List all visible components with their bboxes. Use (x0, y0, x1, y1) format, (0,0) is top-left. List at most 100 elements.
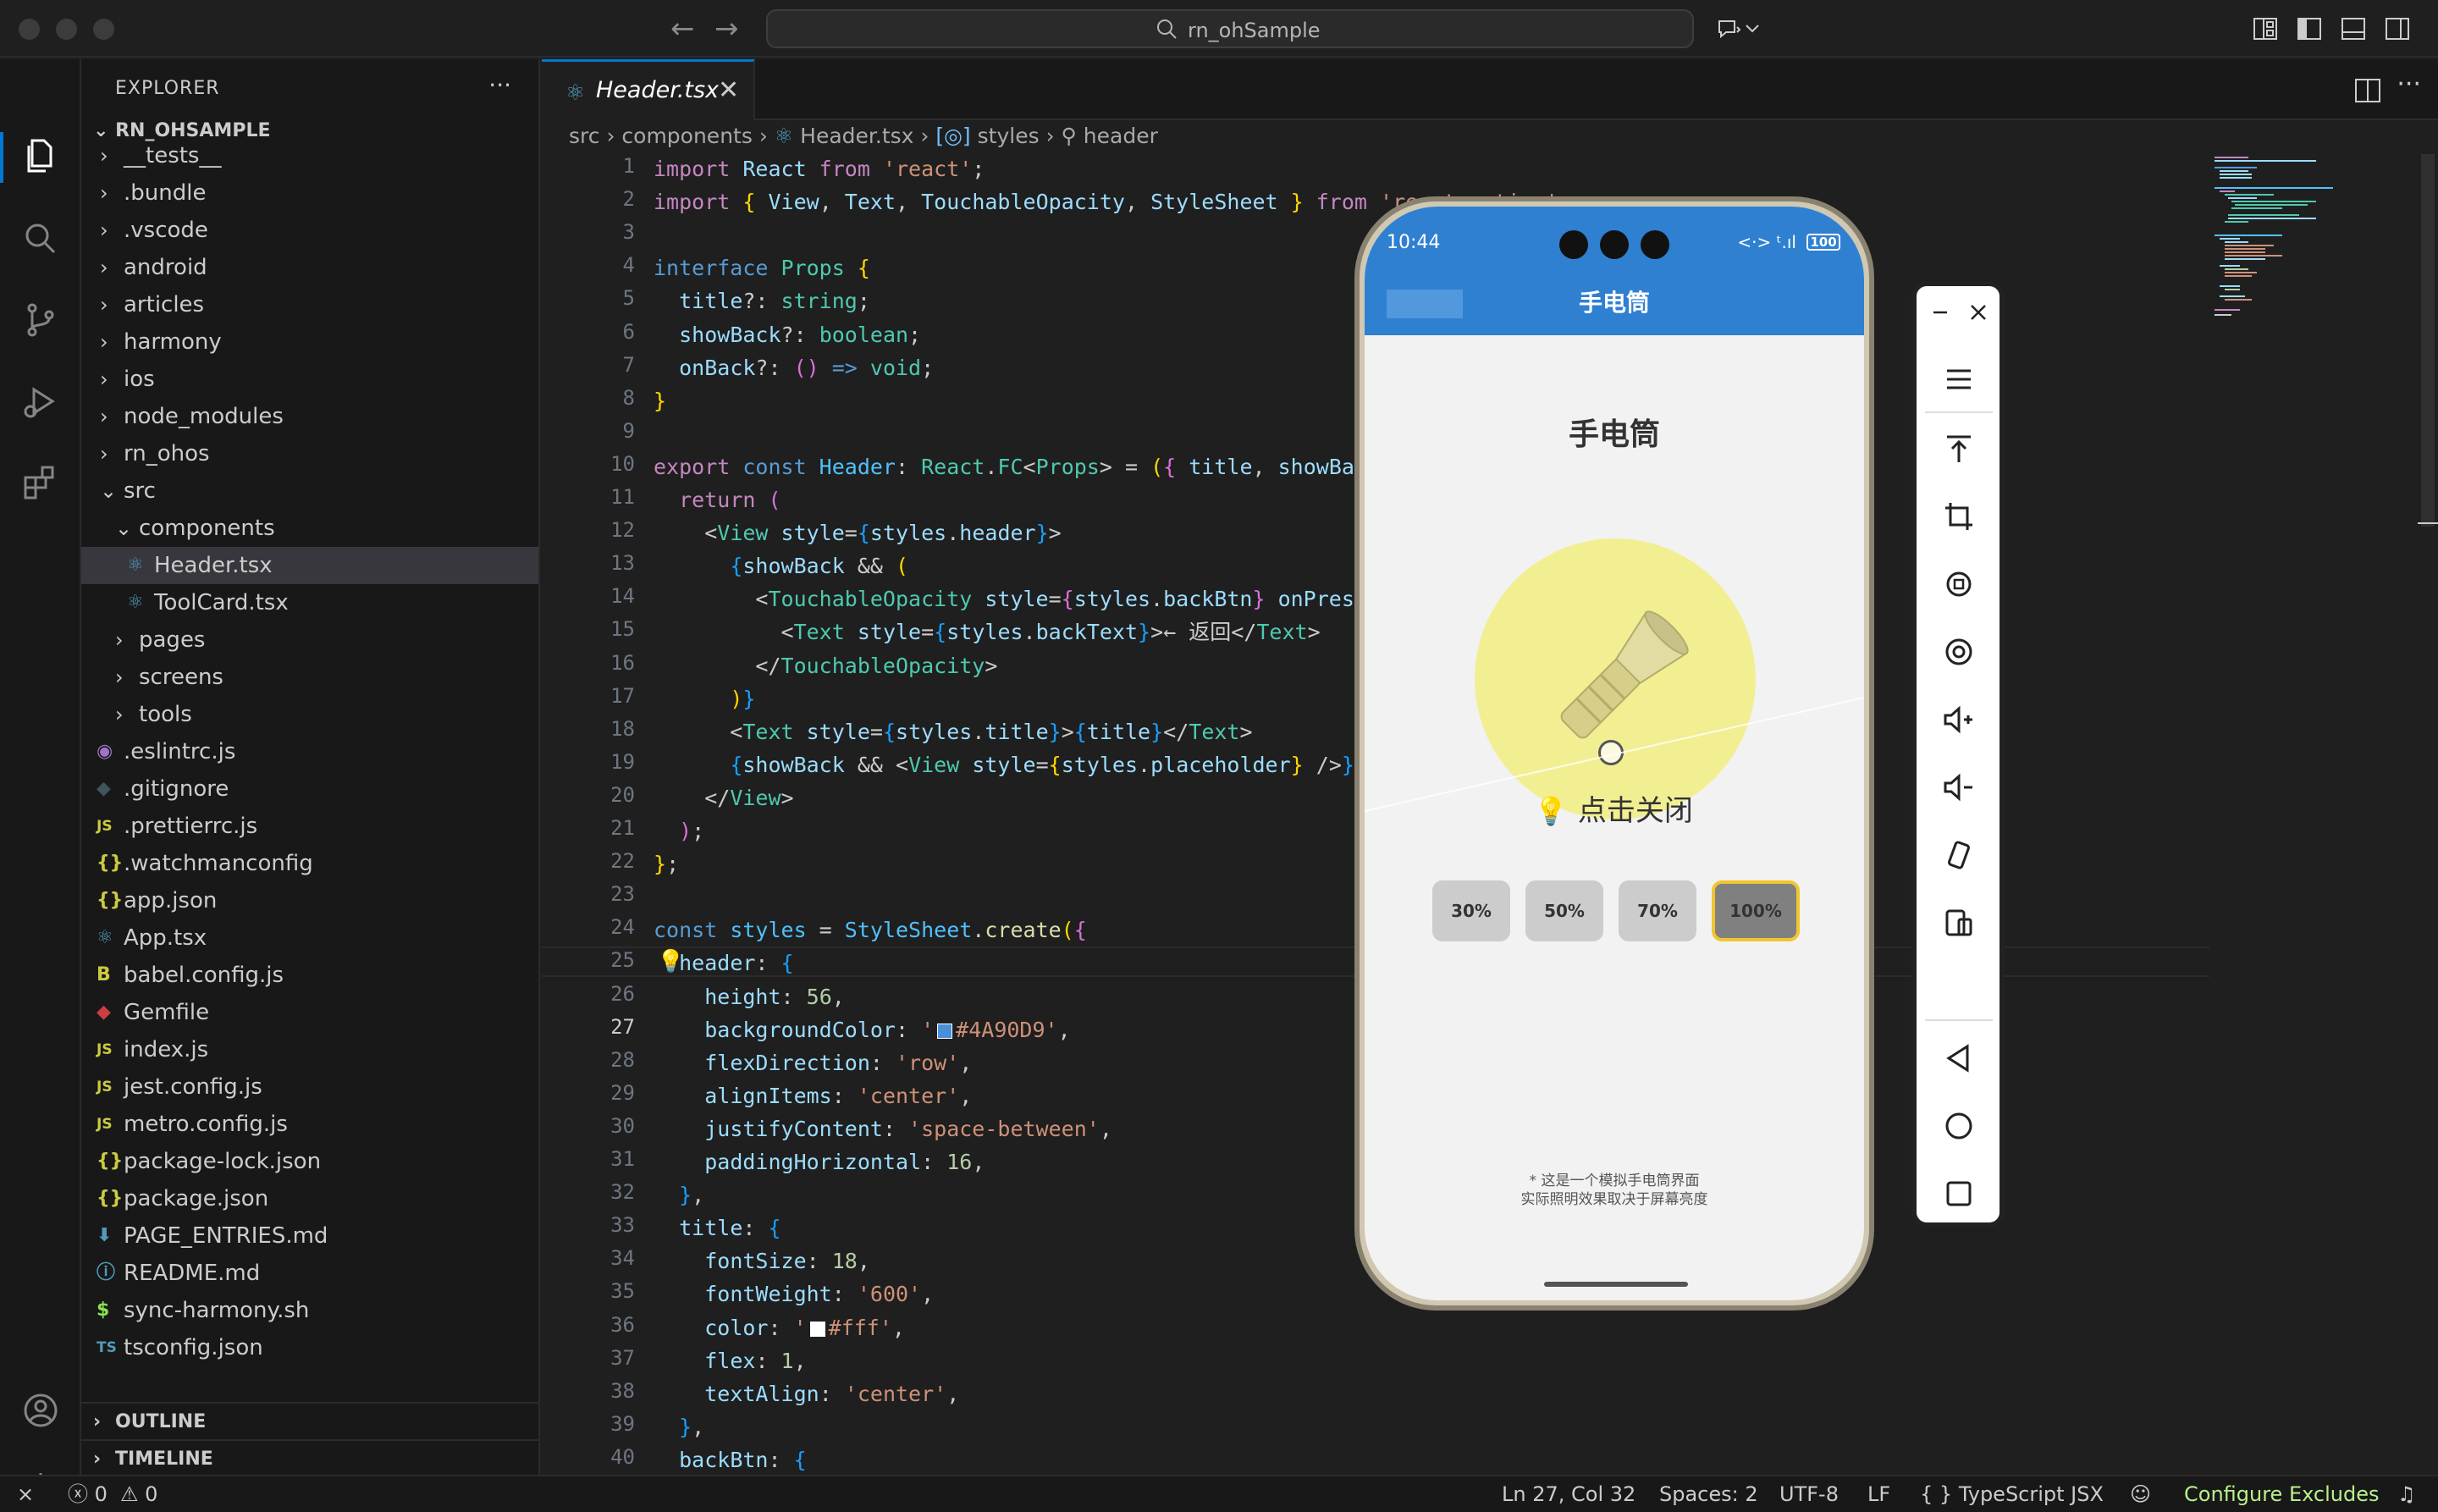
tree-item[interactable]: TS tsconfig.json (81, 1329, 538, 1366)
tree-item[interactable]: › articles (81, 286, 538, 323)
breadcrumb-item-header[interactable]: header (1084, 124, 1158, 148)
problems-warnings[interactable]: ⚠ 0 (120, 1476, 157, 1512)
source-control-icon[interactable] (20, 300, 61, 340)
close-icon[interactable] (1966, 300, 1991, 325)
notifications-bell-icon[interactable]: ♫ (2397, 1476, 2416, 1512)
toggle-flashlight-button[interactable]: 💡 点击关闭 (1534, 787, 1693, 829)
volume-down-icon[interactable] (1942, 770, 1976, 804)
toggle-primary-sidebar-icon[interactable] (2296, 15, 2323, 42)
outline-section[interactable]: › OUTLINE (81, 1402, 538, 1439)
tree-item[interactable]: › pages (81, 621, 538, 659)
tree-item[interactable]: › rn_ohos (81, 435, 538, 472)
pin-top-icon[interactable] (1942, 432, 1976, 466)
tree-item[interactable]: JS .prettierrc.js (81, 808, 538, 845)
crop-screenshot-icon[interactable] (1942, 499, 1976, 533)
tree-item[interactable]: › node_modules (81, 398, 538, 435)
fold-device-icon[interactable] (1942, 906, 1976, 940)
tree-item[interactable]: › harmony (81, 323, 538, 361)
tree-item[interactable]: ⚛ ToolCard.tsx (81, 584, 538, 621)
extensions-icon[interactable] (20, 462, 61, 503)
brightness-level-button[interactable]: 30% (1432, 880, 1510, 941)
explorer-files-icon[interactable] (20, 135, 61, 176)
tree-item[interactable]: {} package.json (81, 1180, 538, 1217)
forward-arrow-icon[interactable]: → (714, 12, 739, 46)
search-icon[interactable] (20, 218, 61, 259)
tree-item[interactable]: › __tests__ (81, 137, 538, 174)
nav-home-icon[interactable] (1942, 1109, 1976, 1143)
tree-item[interactable]: › android (81, 249, 538, 286)
brightness-level-button-active[interactable]: 100% (1712, 880, 1800, 941)
record-icon[interactable] (1942, 635, 1976, 669)
brightness-level-button[interactable]: 70% (1619, 880, 1696, 941)
toggle-panel-icon[interactable] (2340, 15, 2367, 42)
tree-item[interactable]: ◉ .eslintrc.js (81, 733, 538, 770)
tree-item[interactable]: › tools (81, 696, 538, 733)
editor-more-actions-icon[interactable]: ··· (2397, 69, 2421, 99)
tree-item[interactable]: › screens (81, 659, 538, 696)
tree-item[interactable]: ◆ .gitignore (81, 770, 538, 808)
breadcrumb-item-styles[interactable]: styles (978, 124, 1040, 148)
breadcrumb-item-file[interactable]: Header.tsx (800, 124, 913, 148)
tab-header-tsx[interactable]: ⚛ Header.tsx ✕ (542, 59, 755, 120)
minimize-icon[interactable] (1928, 300, 1954, 325)
breadcrumb-item-components[interactable]: components (621, 124, 752, 148)
close-icon[interactable]: ✕ (718, 75, 739, 105)
breadcrumb-item-src[interactable]: src (569, 124, 600, 148)
tree-item[interactable]: ⓘ README.md (81, 1255, 538, 1292)
tree-item[interactable]: JS jest.config.js (81, 1068, 538, 1106)
color-swatch[interactable] (937, 1024, 953, 1039)
tree-item[interactable]: JS index.js (81, 1031, 538, 1068)
back-arrow-icon[interactable]: ← (670, 12, 695, 46)
copilot-chat-icon[interactable] (1715, 15, 1742, 42)
nav-recents-icon[interactable] (1942, 1177, 1976, 1211)
zoom-window-button[interactable] (93, 19, 114, 40)
remote-icon[interactable]: ⨯ (17, 1476, 34, 1512)
color-swatch[interactable] (809, 1322, 825, 1337)
toggle-secondary-sidebar-icon[interactable] (2384, 15, 2411, 42)
tree-item[interactable]: JS metro.config.js (81, 1106, 538, 1143)
home-indicator[interactable] (1544, 1282, 1688, 1287)
copilot-icon[interactable]: ☺ (2130, 1476, 2151, 1512)
tree-item[interactable]: ⬇ PAGE_ENTRIES.md (81, 1217, 538, 1255)
close-window-button[interactable] (19, 19, 40, 40)
tree-item[interactable]: ◆ Gemfile (81, 994, 538, 1031)
tree-item[interactable]: ⌄ components (81, 510, 538, 547)
brightness-level-button[interactable]: 50% (1525, 880, 1603, 941)
accounts-icon[interactable] (20, 1390, 61, 1431)
indentation[interactable]: Spaces: 2 (1659, 1476, 1758, 1512)
end-of-line[interactable]: LF (1867, 1476, 1890, 1512)
cursor-position[interactable]: Ln 27, Col 32 (1502, 1476, 1635, 1512)
customize-layout-icon[interactable] (2252, 15, 2279, 42)
nav-back-icon[interactable] (1942, 1041, 1976, 1075)
run-debug-icon[interactable] (20, 381, 61, 422)
minimap[interactable] (2215, 154, 2341, 340)
rotate-icon[interactable] (1942, 567, 1976, 601)
menu-icon[interactable] (1942, 362, 1976, 396)
problems-errors[interactable]: ⓧ 0 (68, 1476, 108, 1512)
chevron-down-icon[interactable] (1744, 15, 1761, 42)
timeline-section[interactable]: › TIMELINE (81, 1439, 538, 1476)
editor-scrollbar[interactable] (2418, 154, 2438, 527)
tree-item[interactable]: › .bundle (81, 174, 538, 212)
flashlight-icon[interactable] (1534, 596, 1703, 765)
split-editor-icon[interactable] (2353, 76, 2382, 105)
encoding[interactable]: UTF-8 (1779, 1476, 1839, 1512)
tree-item[interactable]: ⚛ App.tsx (81, 919, 538, 957)
minimize-window-button[interactable] (56, 19, 77, 40)
language-mode[interactable]: { } TypeScript JSX (1920, 1476, 2104, 1512)
rotate-device-icon[interactable] (1942, 838, 1976, 872)
phone-screen[interactable]: 10:44 <·> ᵗ.ıl 100 手电筒 手电筒 💡 点击关闭 30% 50% (1365, 207, 1864, 1300)
tree-item[interactable]: Bbabel.config.js (81, 957, 538, 994)
tree-item[interactable]: ⌄ src (81, 472, 538, 510)
tree-item[interactable]: ⚛ Header.tsx (81, 547, 538, 584)
tree-item[interactable]: $ sync-harmony.sh (81, 1292, 538, 1329)
tree-item[interactable]: › .vscode (81, 212, 538, 249)
tree-item[interactable]: {} app.json (81, 882, 538, 919)
explorer-more-actions-icon[interactable]: ··· (488, 71, 511, 99)
tree-item[interactable]: {} .watchmanconfig (81, 845, 538, 882)
volume-up-icon[interactable] (1942, 703, 1976, 737)
command-center-search[interactable]: rn_ohSample (766, 9, 1694, 48)
tree-item[interactable]: {} package-lock.json (81, 1143, 538, 1180)
configure-excludes-button[interactable]: Configure Excludes (2184, 1476, 2379, 1512)
tree-item[interactable]: › ios (81, 361, 538, 398)
